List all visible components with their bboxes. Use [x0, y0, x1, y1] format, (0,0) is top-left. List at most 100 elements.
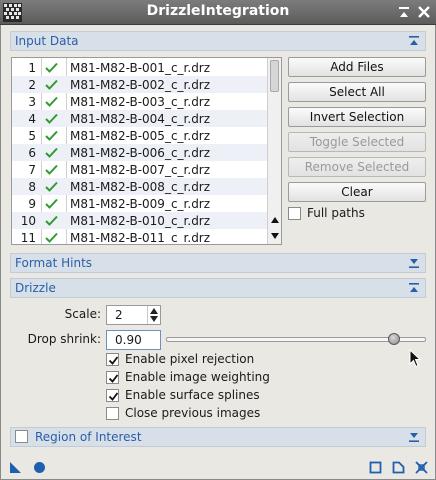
- expand-icon[interactable]: [408, 431, 420, 443]
- drop-shrink-value: 0.90: [115, 333, 142, 347]
- file-list-row[interactable]: 10 M81-M82-B-010_c_r.drz: [12, 212, 268, 229]
- file-name: M81-M82-B-011_c_r.drz: [70, 231, 211, 245]
- file-name: M81-M82-B-001_c_r.drz: [70, 61, 211, 75]
- title-bar: DrizzleIntegration: [0, 0, 436, 25]
- section-format-hints[interactable]: Format Hints: [10, 253, 426, 273]
- spin-up-icon[interactable]: [150, 308, 158, 314]
- invert-selection-button[interactable]: Invert Selection: [288, 107, 426, 127]
- section-input-data-label: Input Data: [15, 34, 79, 48]
- scroll-down-icon[interactable]: [270, 232, 280, 240]
- add-files-button[interactable]: Add Files: [288, 57, 426, 77]
- file-name: M81-M82-B-007_c_r.drz: [70, 163, 211, 177]
- row-number: 6: [28, 146, 36, 160]
- section-drizzle[interactable]: Drizzle: [10, 278, 426, 298]
- full-paths-label: Full paths: [307, 206, 365, 220]
- file-name: M81-M82-B-003_c_r.drz: [70, 95, 211, 109]
- checkmark-icon: [108, 374, 119, 383]
- drop-shrink-slider[interactable]: [166, 337, 426, 342]
- file-name: M81-M82-B-002_c_r.drz: [70, 78, 211, 92]
- row-number: 11: [20, 231, 36, 245]
- file-list[interactable]: 1 M81-M82-B-001_c_r.drz 2 M81-M82-B-002_c_r…: [11, 57, 282, 245]
- collapse-icon[interactable]: [408, 35, 420, 47]
- scroll-up-icon[interactable]: [270, 216, 280, 224]
- section-input-data[interactable]: Input Data: [10, 31, 426, 51]
- row-number: 1: [28, 61, 36, 75]
- file-list-scrollbar[interactable]: [267, 58, 281, 244]
- checkmark-icon: [108, 392, 119, 401]
- section-region-of-interest-label: Region of Interest: [35, 430, 142, 444]
- file-name: M81-M82-B-005_c_r.drz: [70, 129, 211, 143]
- expand-icon[interactable]: [408, 257, 420, 269]
- file-name: M81-M82-B-004_c_r.drz: [70, 112, 211, 126]
- image-weighting-label: Enable image weighting: [125, 370, 270, 384]
- collapse-icon[interactable]: [408, 282, 420, 294]
- file-list-row[interactable]: 5 M81-M82-B-005_c_r.drz: [12, 127, 268, 144]
- browse-documentation-icon[interactable]: [369, 461, 382, 474]
- close-previous-images-checkbox[interactable]: [106, 407, 119, 420]
- surface-splines-label: Enable surface splines: [125, 388, 260, 402]
- close-icon[interactable]: [416, 4, 432, 20]
- row-number: 4: [28, 112, 36, 126]
- enabled-check-icon[interactable]: [45, 62, 58, 73]
- enabled-check-icon[interactable]: [45, 198, 58, 209]
- enabled-check-icon[interactable]: [45, 181, 58, 192]
- select-all-button[interactable]: Select All: [288, 82, 426, 102]
- row-number: 10: [20, 214, 36, 228]
- file-list-row[interactable]: 2 M81-M82-B-002_c_r.drz: [12, 76, 268, 93]
- preferences-icon[interactable]: [415, 461, 428, 474]
- drop-shrink-slider-handle[interactable]: [388, 333, 400, 345]
- file-list-row[interactable]: 7 M81-M82-B-007_c_r.drz: [12, 161, 268, 178]
- full-paths-checkbox[interactable]: [288, 207, 301, 220]
- region-of-interest-checkbox[interactable]: [15, 430, 28, 443]
- checkmark-icon: [108, 356, 119, 365]
- drop-shrink-input[interactable]: 0.90: [106, 330, 161, 350]
- row-number: 8: [28, 180, 36, 194]
- file-list-row[interactable]: 9 M81-M82-B-009_c_r.drz: [12, 195, 268, 212]
- row-number: 2: [28, 78, 36, 92]
- enabled-check-icon[interactable]: [45, 79, 58, 90]
- file-name: M81-M82-B-009_c_r.drz: [70, 197, 211, 211]
- apply-global-icon[interactable]: [33, 461, 46, 474]
- enabled-check-icon[interactable]: [45, 164, 58, 175]
- pixel-rejection-checkbox[interactable]: [106, 353, 119, 366]
- window-title: DrizzleIntegration: [146, 3, 290, 19]
- row-number: 3: [28, 95, 36, 109]
- pixel-rejection-label: Enable pixel rejection: [125, 352, 255, 366]
- new-instance-icon[interactable]: [9, 461, 22, 474]
- enabled-check-icon[interactable]: [45, 232, 58, 243]
- clear-button[interactable]: Clear: [288, 182, 426, 202]
- close-previous-images-label: Close previous images: [125, 406, 261, 420]
- remove-selected-button[interactable]: Remove Selected: [288, 157, 426, 177]
- mouse-cursor-icon: [409, 349, 421, 368]
- file-list-row[interactable]: 11 M81-M82-B-011_c_r.drz: [12, 229, 268, 245]
- section-format-hints-label: Format Hints: [15, 256, 93, 270]
- enabled-check-icon[interactable]: [45, 215, 58, 226]
- scale-value: 2: [115, 308, 123, 322]
- toggle-selected-button[interactable]: Toggle Selected: [288, 132, 426, 152]
- file-name: M81-M82-B-006_c_r.drz: [70, 146, 211, 160]
- section-region-of-interest[interactable]: Region of Interest: [10, 427, 426, 447]
- surface-splines-checkbox[interactable]: [106, 389, 119, 402]
- bottom-toolbar: [0, 455, 436, 480]
- row-number: 7: [28, 163, 36, 177]
- shade-icon[interactable]: [396, 4, 412, 20]
- file-name: M81-M82-B-008_c_r.drz: [70, 180, 211, 194]
- file-list-row[interactable]: 4 M81-M82-B-004_c_r.drz: [12, 110, 268, 127]
- file-list-row[interactable]: 1 M81-M82-B-001_c_r.drz: [12, 59, 268, 76]
- spin-down-icon[interactable]: [150, 316, 158, 322]
- file-list-row[interactable]: 3 M81-M82-B-003_c_r.drz: [12, 93, 268, 110]
- enabled-check-icon[interactable]: [45, 113, 58, 124]
- file-list-row[interactable]: 8 M81-M82-B-008_c_r.drz: [12, 178, 268, 195]
- image-weighting-checkbox[interactable]: [106, 371, 119, 384]
- scrollbar-thumb[interactable]: [270, 60, 279, 92]
- file-name: M81-M82-B-010_c_r.drz: [70, 214, 211, 228]
- drop-shrink-label: Drop shrink:: [27, 332, 101, 346]
- enabled-check-icon[interactable]: [45, 147, 58, 158]
- section-drizzle-label: Drizzle: [15, 281, 56, 295]
- scale-spinbox[interactable]: 2: [106, 305, 161, 325]
- row-number: 9: [28, 197, 36, 211]
- enabled-check-icon[interactable]: [45, 96, 58, 107]
- enabled-check-icon[interactable]: [45, 130, 58, 141]
- reset-icon[interactable]: [392, 461, 405, 474]
- file-list-row[interactable]: 6 M81-M82-B-006_c_r.drz: [12, 144, 268, 161]
